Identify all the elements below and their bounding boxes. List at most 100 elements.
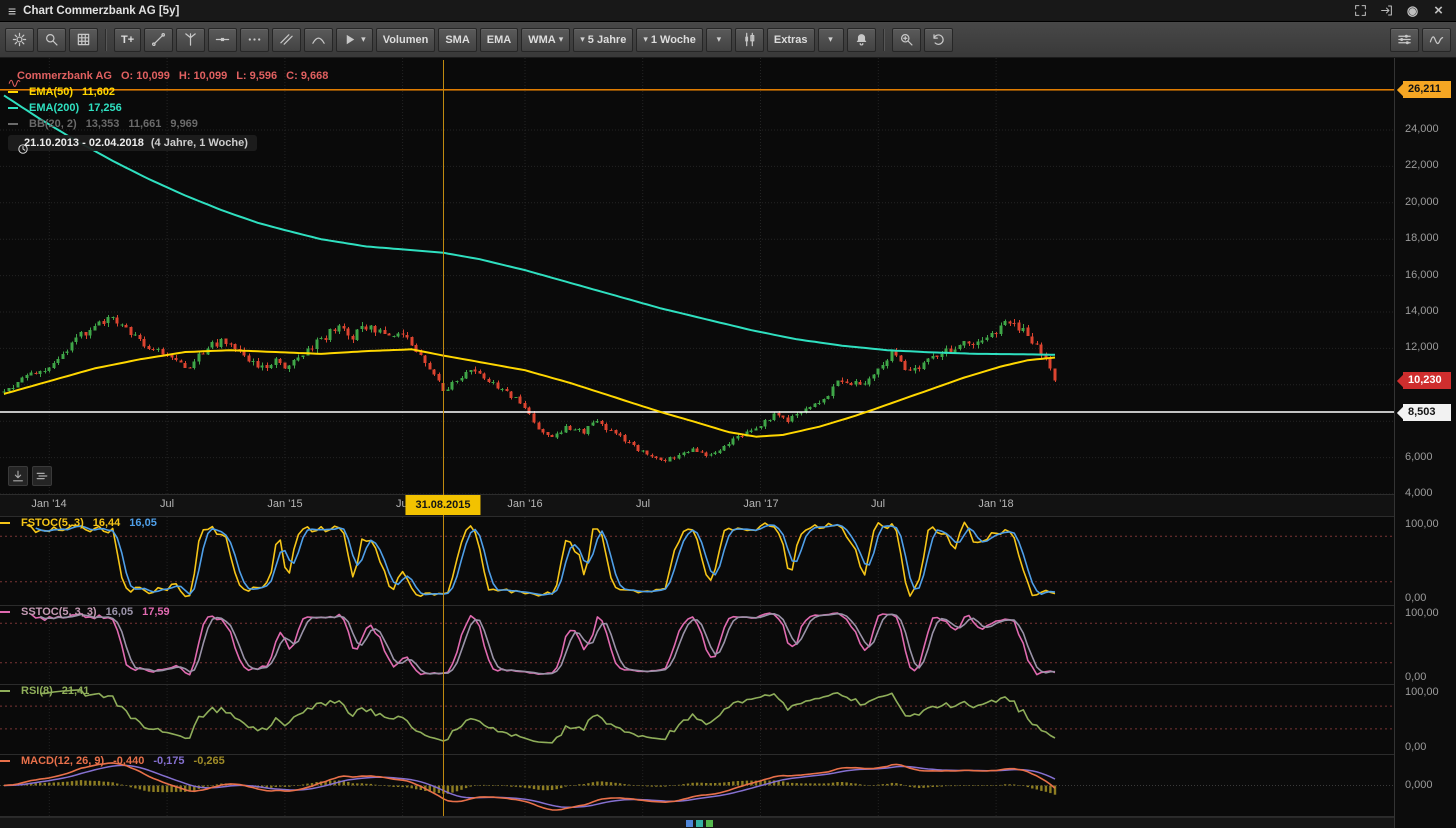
ema50-value: 11,602 — [82, 86, 115, 98]
time-tick-label: Jul — [636, 498, 650, 510]
bb-value: 11,661 — [128, 118, 161, 130]
undo-button[interactable] — [924, 28, 953, 52]
macd-legend-value: -0,440 — [113, 755, 144, 767]
layers-button[interactable] — [32, 466, 52, 486]
pointer-tool-button[interactable]: ▾ — [336, 28, 373, 52]
close-icon[interactable]: × — [1429, 3, 1448, 19]
detach-window-icon[interactable] — [1377, 3, 1396, 19]
extras-more-button[interactable]: ▾ — [818, 28, 844, 52]
horizontal-line-tool-button[interactable] — [208, 28, 237, 52]
ema200-legend-row: EMA(200)17,256 — [8, 100, 328, 116]
chart-type-button[interactable] — [735, 28, 764, 52]
extras-button[interactable]: Extras — [767, 28, 815, 52]
text-tool-button[interactable]: T+ — [114, 28, 141, 52]
macd-axis-zero-label: 0,000 — [1405, 779, 1433, 791]
line-chart-toggle-button[interactable] — [1422, 28, 1451, 52]
ohlc-value: H: 10,099 — [179, 70, 227, 82]
time-tick-label: Jul — [160, 498, 174, 510]
panel-rsi[interactable]: RSI(8) 21,41 — [0, 685, 1394, 754]
interval-more-button[interactable]: ▾ — [706, 28, 732, 52]
dotted-line-tool-button[interactable] — [240, 28, 269, 52]
ema50-label: EMA(50) — [29, 86, 73, 98]
candlestick-series — [3, 315, 1057, 463]
record-icon[interactable]: ◉ — [1403, 3, 1422, 19]
wave-icon — [1429, 32, 1444, 47]
time-tick-label: Jan '14 — [31, 498, 66, 510]
bb-label: BB(20, 2) — [29, 118, 77, 130]
toolbar: T+▾VolumenSMAEMAWMA▾▾5 Jahre▾1 Woche▾Ext… — [0, 22, 1456, 58]
scroll-handle-segment[interactable] — [696, 820, 703, 827]
menu-icon[interactable]: ≡ — [8, 4, 16, 18]
time-tick-label: Jan '17 — [743, 498, 778, 510]
price-axis[interactable]: 100,000,00100,000,00100,000,000,00024,00… — [1394, 58, 1456, 828]
settings-button[interactable] — [5, 28, 34, 52]
panel-separator — [0, 684, 1456, 685]
trendline-tool-button[interactable] — [144, 28, 173, 52]
extras-label: Extras — [774, 34, 808, 46]
layout-grid-button[interactable] — [69, 28, 98, 52]
arc-tool-button[interactable] — [304, 28, 333, 52]
crosshair-date-label: 31.08.2015 — [405, 495, 480, 515]
grid-icon — [76, 32, 91, 47]
download-button[interactable] — [8, 466, 28, 486]
ema200-dash-icon — [8, 107, 18, 109]
pitchfork-tool-button[interactable] — [176, 28, 205, 52]
sma-button[interactable]: SMA — [438, 28, 476, 52]
toolbar-separator — [105, 29, 107, 51]
rsi-legend: RSI(8) 21,41 — [0, 685, 89, 697]
ema-button[interactable]: EMA — [480, 28, 518, 52]
macd-legend-value: MACD(12, 26, 9) — [21, 755, 104, 767]
sstoc-dash-icon — [0, 611, 10, 613]
sliders-icon — [1397, 32, 1412, 47]
volumen-label: Volumen — [383, 34, 429, 46]
rsi-axis-top-label: 100,00 — [1405, 686, 1439, 698]
timeframe-button[interactable]: ▾5 Jahre — [573, 28, 633, 52]
sstoc-legend-value: 17,59 — [142, 606, 170, 618]
interval-button[interactable]: ▾1 Woche — [636, 28, 703, 52]
scroll-handle-segment[interactable] — [686, 820, 693, 827]
time-tick-label: Jul — [871, 498, 885, 510]
exportw-icon — [1380, 4, 1393, 17]
panel-fstoc[interactable]: FSTOC(5, 3)16,4416,05 — [0, 517, 1394, 605]
scroll-handle-segment[interactable] — [706, 820, 713, 827]
zoom-mode-button[interactable] — [892, 28, 921, 52]
last-price-flag: 10,230 — [1403, 372, 1451, 389]
macd-histogram — [3, 780, 1056, 795]
volumen-button[interactable]: Volumen — [376, 28, 436, 52]
wma-button[interactable]: WMA▾ — [521, 28, 570, 52]
ohlc-value: C: 9,668 — [286, 70, 328, 82]
fstoc-plot — [0, 517, 1394, 605]
bb-value: 9,969 — [170, 118, 198, 130]
panel-sstoc[interactable]: SSTOC(5, 3, 3)16,0517,59 — [0, 606, 1394, 684]
ema200-label: EMA(200) — [29, 102, 79, 114]
chevron-down-icon: ▾ — [559, 35, 564, 44]
parallel-icon — [279, 32, 294, 47]
layers-icon — [35, 469, 49, 483]
date-range-detail: (4 Jahre, 1 Woche) — [151, 137, 248, 149]
chevron-down-icon: ▾ — [643, 35, 648, 44]
titlebar: ≡ Chart Commerzbank AG [5y] ◉ × — [0, 0, 1456, 22]
chevron-down-icon: ▾ — [361, 35, 366, 44]
sstoc-axis-top-label: 100,00 — [1405, 607, 1439, 619]
ema-label: EMA — [487, 34, 511, 46]
toolbar-separator — [883, 29, 885, 51]
panel-separator — [0, 605, 1456, 606]
rsi-legend-value: RSI(8) — [21, 685, 53, 697]
magnifier-icon — [44, 32, 59, 47]
sstoc-legend-value: SSTOC(5, 3, 3) — [21, 606, 97, 618]
sma-label: SMA — [445, 34, 469, 46]
price-tick-label: 20,000 — [1405, 196, 1439, 208]
time-tick-label: Jan '16 — [507, 498, 542, 510]
time-tick-label: Jan '15 — [267, 498, 302, 510]
bell-icon — [854, 32, 869, 47]
hline-icon — [215, 32, 230, 47]
maximize-icon[interactable] — [1351, 3, 1370, 19]
alarm-button[interactable] — [847, 28, 876, 52]
parallel-lines-tool-button[interactable] — [272, 28, 301, 52]
rsi-legend-value: 21,41 — [62, 685, 90, 697]
panel-macd[interactable]: MACD(12, 26, 9)-0,440-0,175-0,265 — [0, 755, 1394, 816]
time-axis[interactable]: Jan '14JulJan '15JulJan '16JulJan '17Jul… — [0, 494, 1394, 516]
indicator-settings-button[interactable] — [1390, 28, 1419, 52]
search-button[interactable] — [37, 28, 66, 52]
date-range-badge: 21.10.2013 - 02.04.2018(4 Jahre, 1 Woche… — [8, 135, 257, 151]
